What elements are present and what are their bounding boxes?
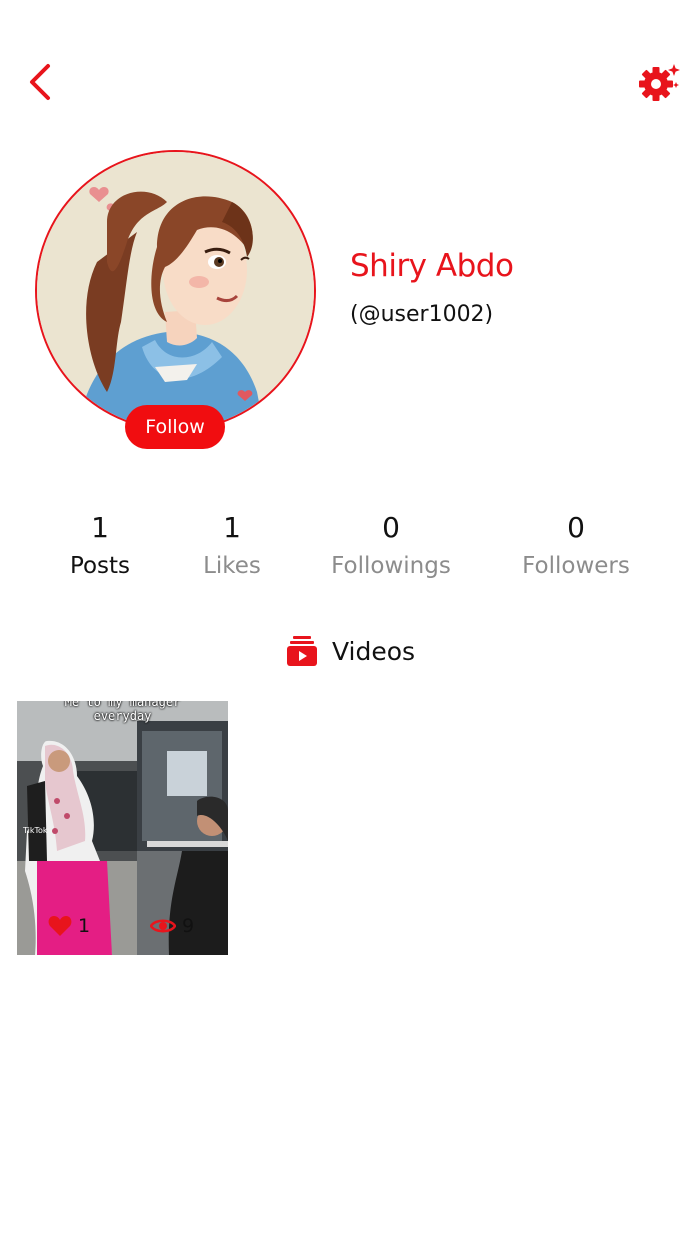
stat-likes-label: Likes [203, 553, 261, 579]
stat-followers-label: Followers [522, 553, 630, 579]
stat-likes-value: 1 [223, 511, 241, 544]
stat-followers[interactable]: 0 Followers [514, 510, 638, 584]
settings-button[interactable] [638, 62, 682, 102]
heart-icon [48, 916, 72, 936]
video-views: 9 [150, 915, 194, 937]
video-stack-icon [287, 636, 317, 666]
videos-section-title: Videos [332, 636, 416, 666]
gear-sparkle-icon [639, 64, 680, 101]
top-bar [0, 0, 700, 160]
profile-name: Shiry Abdo [350, 248, 514, 284]
stat-posts-label: Posts [69, 553, 131, 579]
chevron-left-icon [30, 64, 50, 100]
follow-button[interactable]: Follow [125, 405, 225, 449]
back-button[interactable] [20, 60, 60, 104]
video-views-count: 9 [182, 915, 195, 937]
videos-section-header: Videos [286, 632, 415, 670]
stat-likes[interactable]: 1 Likes [190, 510, 274, 584]
stat-followings-value: 0 [382, 511, 400, 544]
stat-followers-value: 0 [567, 511, 585, 544]
video-likes: 1 [48, 915, 90, 937]
avatar [35, 150, 316, 431]
video-likes-count: 1 [78, 915, 91, 937]
avatar-illustration [37, 152, 314, 429]
eye-icon [150, 919, 176, 933]
stat-posts-value: 1 [91, 511, 109, 544]
svg-text:TikTok: TikTok [22, 826, 48, 835]
stat-posts[interactable]: 1 Posts [58, 510, 142, 584]
video-caption: Me to my manager everyday [64, 701, 181, 723]
stat-followings[interactable]: 0 Followings [326, 510, 456, 584]
profile-handle: (@user1002) [350, 302, 494, 327]
profile-avatar[interactable] [35, 150, 316, 431]
stat-followings-label: Followings [331, 553, 451, 579]
